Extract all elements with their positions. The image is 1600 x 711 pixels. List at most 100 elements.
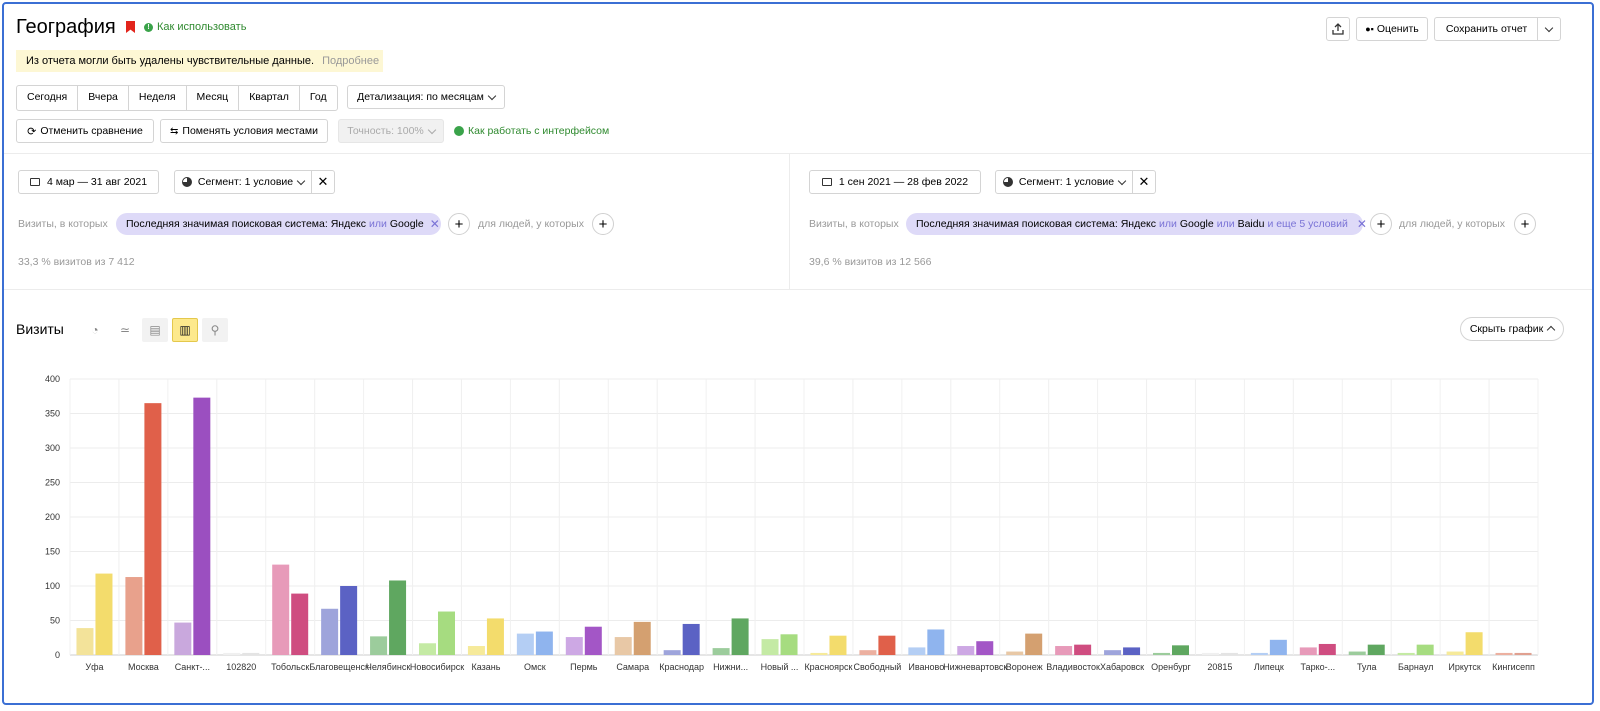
bar-period-a <box>810 652 828 655</box>
x-tick-label: Краснодар <box>659 662 704 672</box>
x-tick-label: Тобольск <box>271 662 309 672</box>
rate-label: Оценить <box>1376 23 1419 35</box>
bar-period-b <box>1025 633 1043 655</box>
cancel-compare-button[interactable]: ⟳ Отменить сравнение <box>16 119 154 143</box>
date-range-a[interactable]: 4 мар — 31 авг 2021 <box>18 170 159 194</box>
bar-period-a <box>370 636 388 655</box>
add-people-condition-b-button[interactable]: + <box>1514 213 1536 235</box>
x-tick-label: 20815 <box>1207 662 1232 672</box>
segment-b-remove-button[interactable]: ✕ <box>1132 170 1156 194</box>
period-quarter[interactable]: Квартал <box>239 86 300 110</box>
hide-graph-button[interactable]: Скрыть график <box>1460 317 1564 341</box>
add-people-condition-a-button[interactable]: + <box>592 213 614 235</box>
interface-help-link[interactable]: Как работать с интерфейсом <box>454 125 609 137</box>
bar-period-a <box>223 652 241 655</box>
bar-period-a <box>1348 651 1366 655</box>
condition-chip-b[interactable]: Последняя значимая поисковая система: Ян… <box>906 213 1367 235</box>
howto-label: Как использовать <box>157 21 247 33</box>
chip-b-or2: или <box>1216 218 1235 230</box>
bar-period-b <box>340 586 358 655</box>
bar-period-a <box>663 650 681 655</box>
bar-period-b <box>878 635 896 655</box>
export-button[interactable] <box>1326 17 1350 41</box>
visits-prefix-a: Визиты, в которых <box>18 218 108 230</box>
bar-period-b <box>389 580 407 655</box>
add-condition-b-button[interactable]: + <box>1370 213 1392 235</box>
calendar-icon <box>29 178 40 186</box>
close-icon[interactable]: ✕ <box>430 217 440 231</box>
period-year[interactable]: Год <box>300 86 337 110</box>
chevron-down-icon <box>1117 176 1127 185</box>
x-tick-label: Кингисепп <box>1492 662 1535 672</box>
bar-period-b <box>291 593 309 655</box>
period-yesterday[interactable]: Вчера <box>78 86 129 110</box>
x-tick-label: Иркутск <box>1448 662 1481 672</box>
howto-link[interactable]: ! Как использовать <box>144 21 246 33</box>
bar-period-b <box>633 621 651 655</box>
period-month[interactable]: Месяц <box>187 86 240 110</box>
close-icon[interactable]: ✕ <box>1357 217 1367 231</box>
bar-period-b <box>1123 647 1141 655</box>
save-report-button[interactable]: Сохранить отчет <box>1434 17 1538 41</box>
add-condition-a-button[interactable]: + <box>448 213 470 235</box>
interface-help-label: Как работать с интерфейсом <box>468 125 610 137</box>
y-tick-label: 250 <box>45 478 60 488</box>
x-tick-label: Нижневартовск <box>943 662 1007 672</box>
bar-period-a <box>565 637 583 655</box>
close-icon: ✕ <box>1138 174 1150 189</box>
bar-period-b <box>780 634 798 655</box>
x-tick-label: Москва <box>128 662 159 672</box>
save-options-button[interactable] <box>1537 17 1561 41</box>
bar-period-b <box>829 635 847 655</box>
line-chart-icon[interactable]: ≃ <box>112 318 138 342</box>
close-icon: ✕ <box>317 174 329 189</box>
x-tick-label: Челябинск <box>366 662 410 672</box>
bar-period-b <box>976 641 994 655</box>
x-tick-label: Тула <box>1357 662 1377 672</box>
bar-period-b <box>1074 644 1092 655</box>
accuracy-select[interactable]: Точность: 100% <box>338 119 444 143</box>
bar-chart-icon[interactable]: ▥ <box>172 318 198 342</box>
pie-chart-icon[interactable]: ◔ <box>82 318 108 342</box>
chip-b-text3: Baidu <box>1237 218 1265 230</box>
chevron-up-icon <box>1546 325 1556 335</box>
bar-period-a <box>1397 652 1415 655</box>
x-tick-label: Воронеж <box>1006 662 1043 672</box>
segment-a-select[interactable]: Сегмент: 1 условие <box>174 170 312 194</box>
save-report-label: Сохранить отчет <box>1445 23 1528 35</box>
plus-icon: + <box>1376 215 1386 233</box>
map-chart-icon[interactable]: ⚲ <box>202 318 228 342</box>
bar-period-a <box>957 646 975 655</box>
bar-period-a <box>1006 651 1024 655</box>
x-tick-label: 102820 <box>226 662 256 672</box>
date-range-b[interactable]: 1 сен 2021 — 28 фев 2022 <box>809 170 981 194</box>
bar-period-a <box>125 577 143 655</box>
bar-period-a <box>859 650 877 655</box>
y-tick-label: 200 <box>45 512 60 522</box>
bookmark-icon[interactable] <box>126 21 135 33</box>
x-tick-label: Пермь <box>570 662 598 672</box>
segment-b-select[interactable]: Сегмент: 1 условие <box>995 170 1133 194</box>
detail-select[interactable]: Детализация: по месяцам <box>347 85 505 109</box>
condition-chip-a[interactable]: Последняя значимая поисковая система: Ян… <box>116 213 441 235</box>
y-tick-label: 300 <box>45 443 60 453</box>
warning-more-link[interactable]: Подробнее <box>322 55 379 67</box>
date-range-b-label: 1 сен 2021 — 28 фев 2022 <box>838 176 969 188</box>
period-today[interactable]: Сегодня <box>17 86 79 110</box>
hide-graph-label: Скрыть график <box>1469 323 1544 335</box>
bar-period-a <box>419 643 436 655</box>
chip-b-more[interactable]: и еще 5 условий <box>1267 218 1347 230</box>
visits-prefix-b: Визиты, в которых <box>809 218 899 230</box>
stacked-chart-icon[interactable]: ▤ <box>142 318 168 342</box>
y-tick-label: 0 <box>55 650 60 660</box>
stats-b: 39,6 % визитов из 12 566 <box>809 256 932 268</box>
period-week[interactable]: Неделя <box>129 86 187 110</box>
divider <box>4 153 1592 154</box>
x-tick-label: Хабаровск <box>1100 662 1144 672</box>
segment-a-remove-button[interactable]: ✕ <box>311 170 335 194</box>
x-tick-label: Санкт-... <box>175 662 210 672</box>
bar-period-a <box>76 628 94 655</box>
rate-button[interactable]: ●▪ Оценить <box>1356 17 1428 41</box>
swap-conditions-button[interactable]: ⇆ Поменять условия местами <box>160 119 328 143</box>
swap-icon: ⇆ <box>170 125 179 137</box>
